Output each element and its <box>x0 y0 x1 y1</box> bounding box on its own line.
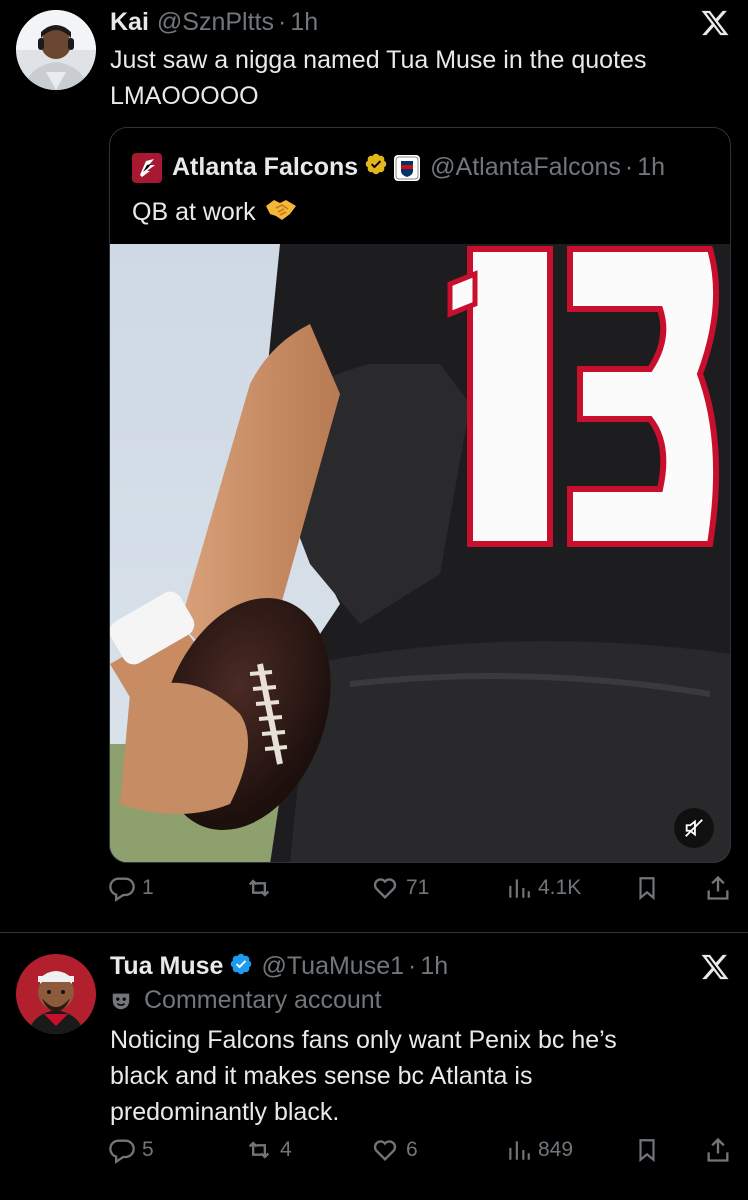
reply-button[interactable]: 5 <box>108 1136 154 1164</box>
like-count: 71 <box>406 876 430 899</box>
timestamp[interactable]: 1h <box>420 952 448 981</box>
tweet-actions: 5 4 6 849 <box>108 1136 738 1176</box>
reply-count: 5 <box>142 1138 154 1161</box>
x-logo-icon <box>700 952 730 982</box>
x-logo-icon <box>700 8 730 38</box>
timestamp[interactable]: 1h <box>290 8 318 37</box>
tweet-text-line: black and it makes sense bc Atlanta is <box>110 1062 533 1090</box>
nfl-affiliate-icon[interactable] <box>394 154 421 181</box>
share-icon[interactable] <box>704 1136 732 1164</box>
tweet-text-line: LMAOOOOO <box>110 82 259 110</box>
like-count: 6 <box>406 1138 418 1161</box>
quote-text: QB at work <box>132 198 256 226</box>
tweet-text-line: predominantly black. <box>110 1098 340 1126</box>
views-icon <box>509 1141 530 1160</box>
repost-count: 4 <box>280 1138 292 1161</box>
quote-video[interactable] <box>110 244 730 862</box>
tweet-actions: 1 71 4.1K <box>108 874 738 914</box>
like-icon <box>373 878 397 899</box>
tweet-text-line: Noticing Falcons fans only want Penix bc… <box>110 1026 617 1054</box>
views-button[interactable]: 849 <box>506 1136 573 1164</box>
reply-icon <box>109 877 135 902</box>
mask-icon <box>110 990 132 1012</box>
commentary-text: Commentary account <box>144 986 382 1014</box>
like-button[interactable]: 6 <box>370 1136 418 1164</box>
like-icon <box>373 1140 397 1161</box>
reply-button[interactable]: 1 <box>108 874 154 902</box>
author-name[interactable]: Tua Muse <box>110 952 223 981</box>
reply-icon <box>109 1139 135 1164</box>
tweet-text: Noticing Falcons fans only want Penix bc… <box>110 1022 710 1130</box>
bookmark-icon[interactable] <box>634 1136 660 1164</box>
verified-icon <box>229 952 253 983</box>
quote-author-handle[interactable]: @AtlantaFalcons <box>430 153 621 182</box>
author-handle[interactable]: @TuaMuse1 <box>261 952 404 981</box>
separator-dot: · <box>277 8 287 36</box>
quote-author-name[interactable]: Atlanta Falcons <box>172 153 358 182</box>
tweet-text: Just saw a nigga named Tua Muse in the q… <box>110 42 710 114</box>
views-count: 4.1K <box>538 876 582 899</box>
quoted-tweet[interactable]: Atlanta Falcons @AtlantaFalcons · 1h QB … <box>109 127 731 863</box>
tweet-kai[interactable]: Kai @SznPltts · 1h Just saw a nigga name… <box>0 0 748 932</box>
repost-button[interactable]: 4 <box>244 1136 292 1164</box>
bookmark-icon[interactable] <box>634 874 660 902</box>
avatar-kai[interactable] <box>16 10 96 90</box>
repost-icon <box>248 879 270 897</box>
falcons-avatar[interactable] <box>132 152 162 183</box>
avatar-tua-muse[interactable] <box>16 954 96 1034</box>
quote-timestamp[interactable]: 1h <box>637 153 665 182</box>
author-name[interactable]: Kai <box>110 8 149 37</box>
separator-dot: · <box>624 153 634 181</box>
repost-icon <box>248 1141 270 1159</box>
views-button[interactable]: 4.1K <box>506 874 581 902</box>
mute-icon[interactable] <box>674 808 714 848</box>
views-count: 849 <box>538 1138 574 1161</box>
author-handle[interactable]: @SznPltts <box>157 8 274 37</box>
views-icon <box>509 879 530 898</box>
reply-count: 1 <box>142 876 154 899</box>
like-button[interactable]: 71 <box>370 874 429 902</box>
commentary-label: Commentary account <box>110 986 382 1015</box>
divider <box>0 932 748 933</box>
tweet-tua-muse[interactable]: Tua Muse @TuaMuse1 · 1h Commentary accou… <box>0 934 748 1200</box>
share-icon[interactable] <box>704 874 732 902</box>
tweet-text-line: Just saw a nigga named Tua Muse in the q… <box>110 46 647 74</box>
handshake-emoji-icon <box>264 196 298 229</box>
separator-dot: · <box>408 952 417 980</box>
repost-button[interactable] <box>244 874 280 902</box>
verified-gold-icon <box>364 152 388 183</box>
